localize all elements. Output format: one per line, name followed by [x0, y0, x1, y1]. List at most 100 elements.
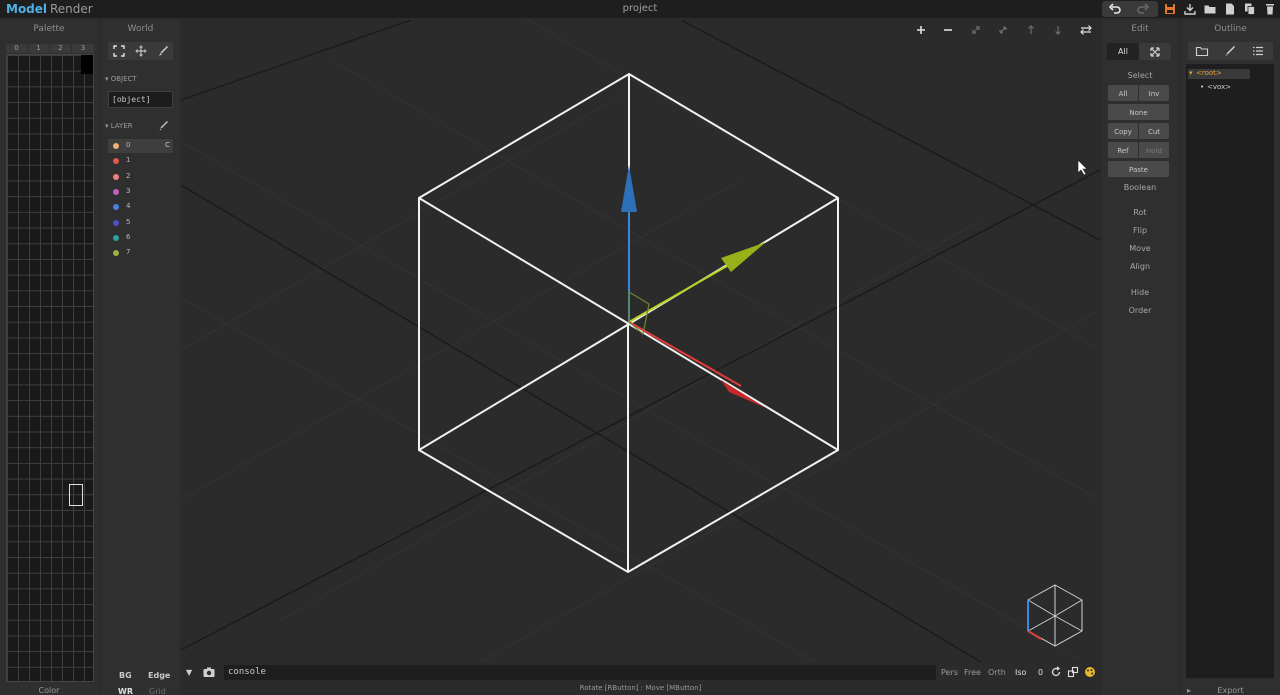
save-icon[interactable] [1163, 2, 1177, 16]
export-section-label[interactable]: Export [1181, 686, 1280, 695]
edge-toggle-button[interactable]: Edge [148, 671, 170, 680]
swap-icon[interactable] [1079, 23, 1093, 37]
view-mode-pers[interactable]: Pers [941, 668, 958, 677]
arrow-up-icon[interactable] [1024, 23, 1038, 37]
align-button[interactable]: Align [1102, 262, 1178, 271]
paste-button[interactable]: Paste [1108, 161, 1169, 177]
z-axis-arrow[interactable] [621, 165, 637, 212]
layer-row-4[interactable]: 4 [108, 200, 173, 214]
x-axis-handle[interactable] [628, 321, 742, 387]
collapse-icon[interactable] [996, 23, 1010, 37]
tree-expand-root-icon[interactable]: ▾ [1189, 69, 1193, 77]
zoom-out-icon[interactable] [941, 23, 955, 37]
console-collapse-icon[interactable]: ▼ [186, 668, 192, 677]
delete-icon[interactable] [1263, 2, 1277, 16]
object-name-field[interactable]: [object] [108, 91, 173, 108]
tree-item-root[interactable]: <root> [1196, 69, 1222, 77]
mode-render-tab[interactable]: Render [50, 2, 93, 16]
outline-tree: ▾ <root> • <vox> [1186, 64, 1274, 678]
palette-tab-1[interactable]: 1 [28, 44, 49, 53]
select-inverse-button[interactable]: Inv [1139, 85, 1169, 101]
layer-row-2[interactable]: 2 [108, 170, 173, 184]
palette-tab-2[interactable]: 2 [50, 44, 71, 53]
layer-row-6[interactable]: 6 [108, 231, 173, 245]
cut-button[interactable]: Cut [1139, 123, 1169, 139]
y-axis-arrow[interactable] [721, 242, 766, 272]
copy-button[interactable]: Copy [1108, 123, 1138, 139]
reset-view-icon[interactable] [1050, 666, 1062, 678]
layer-label: 1 [126, 156, 131, 165]
layer-edit-icon[interactable] [158, 120, 170, 132]
select-all-button[interactable]: All [1108, 85, 1138, 101]
folder-icon[interactable] [1195, 44, 1209, 58]
palette-tab-0[interactable]: 0 [6, 44, 27, 53]
brush-icon[interactable] [156, 44, 170, 58]
view-mode-iso[interactable]: Iso [1015, 668, 1026, 677]
bg-toggle-button[interactable]: BG [119, 671, 132, 680]
world-toolbar [108, 42, 173, 60]
copy-icon[interactable] [1243, 2, 1257, 16]
layer-color-dot [113, 234, 119, 241]
select-icon[interactable] [112, 44, 126, 58]
ref-button[interactable]: Ref [1108, 142, 1138, 158]
palette-title: Palette [33, 24, 65, 34]
layer-color-dot [113, 173, 119, 180]
export-icon[interactable] [1183, 2, 1197, 16]
order-button[interactable]: Order [1102, 306, 1178, 315]
select-none-button[interactable]: None [1108, 104, 1169, 120]
mode-model-tab[interactable]: Model [6, 2, 47, 16]
edit-scope-all-tab[interactable]: All [1107, 43, 1139, 60]
camera-icon[interactable] [202, 665, 216, 679]
edit-scope-expand-icon[interactable] [1148, 45, 1162, 59]
arrow-down-icon[interactable] [1051, 23, 1065, 37]
wr-toggle-button[interactable]: WR [118, 687, 133, 695]
move-icon[interactable] [134, 44, 148, 58]
layer-row-5[interactable]: 5 [108, 216, 173, 230]
palette-tab-3[interactable]: 3 [72, 44, 94, 53]
expand-icon[interactable] [969, 23, 983, 37]
layer-row-1[interactable]: 1 [108, 154, 173, 168]
view-mode-orth[interactable]: Orth [988, 668, 1006, 677]
frame-icon[interactable] [1067, 666, 1079, 678]
x-axis-arrow[interactable] [721, 380, 766, 408]
flip-button[interactable]: Flip [1102, 226, 1178, 235]
rename-icon[interactable] [1223, 44, 1237, 58]
view-mode-free[interactable]: Free [964, 668, 981, 677]
open-icon[interactable] [1203, 2, 1217, 16]
transform-gizmo[interactable] [621, 165, 766, 408]
layer-row-7[interactable]: 7 [108, 246, 173, 260]
boolean-button[interactable]: Boolean [1102, 183, 1178, 192]
new-icon[interactable] [1223, 2, 1237, 16]
voxel-bounding-box[interactable] [418, 72, 839, 574]
viewport-scene [181, 20, 1100, 662]
zoom-in-icon[interactable] [914, 23, 928, 37]
rotate-button[interactable]: Rot [1102, 208, 1178, 217]
status-bar: Rotate [RButton] : Move [MButton] [579, 684, 702, 692]
palette-color-grid[interactable] [6, 54, 94, 682]
move-button[interactable]: Move [1102, 244, 1178, 253]
hold-button[interactable]: Hold [1139, 142, 1169, 158]
top-bar: Model Render project [0, 0, 1280, 18]
layer-row-0[interactable]: 0C [108, 139, 173, 153]
list-icon[interactable] [1251, 44, 1265, 58]
layer-label: 2 [126, 171, 131, 180]
orientation-cube[interactable] [1027, 584, 1083, 647]
grid-toggle-button[interactable]: Grid [149, 687, 166, 695]
console-input[interactable]: console [224, 665, 936, 680]
layer-color-dot [113, 158, 119, 165]
redo-icon[interactable] [1136, 2, 1150, 16]
undo-icon[interactable] [1108, 2, 1122, 16]
3d-viewport[interactable] [181, 20, 1100, 662]
layer-color-dot [113, 143, 119, 149]
tree-item-vox[interactable]: <vox> [1207, 83, 1231, 91]
y-axis-handle[interactable] [628, 257, 742, 323]
layer-section-header[interactable]: ▾ LAYER [105, 122, 133, 130]
layer-visibility-toggle[interactable]: C [165, 141, 170, 149]
hide-button[interactable]: Hide [1102, 288, 1178, 297]
palette-swatch-black[interactable] [81, 55, 93, 74]
layer-color-dot [113, 250, 119, 257]
object-section-header[interactable]: ▾ OBJECT [105, 75, 137, 83]
palette-view-icon[interactable] [1084, 666, 1096, 678]
layer-row-3[interactable]: 3 [108, 185, 173, 199]
layer-label: 3 [126, 186, 131, 195]
